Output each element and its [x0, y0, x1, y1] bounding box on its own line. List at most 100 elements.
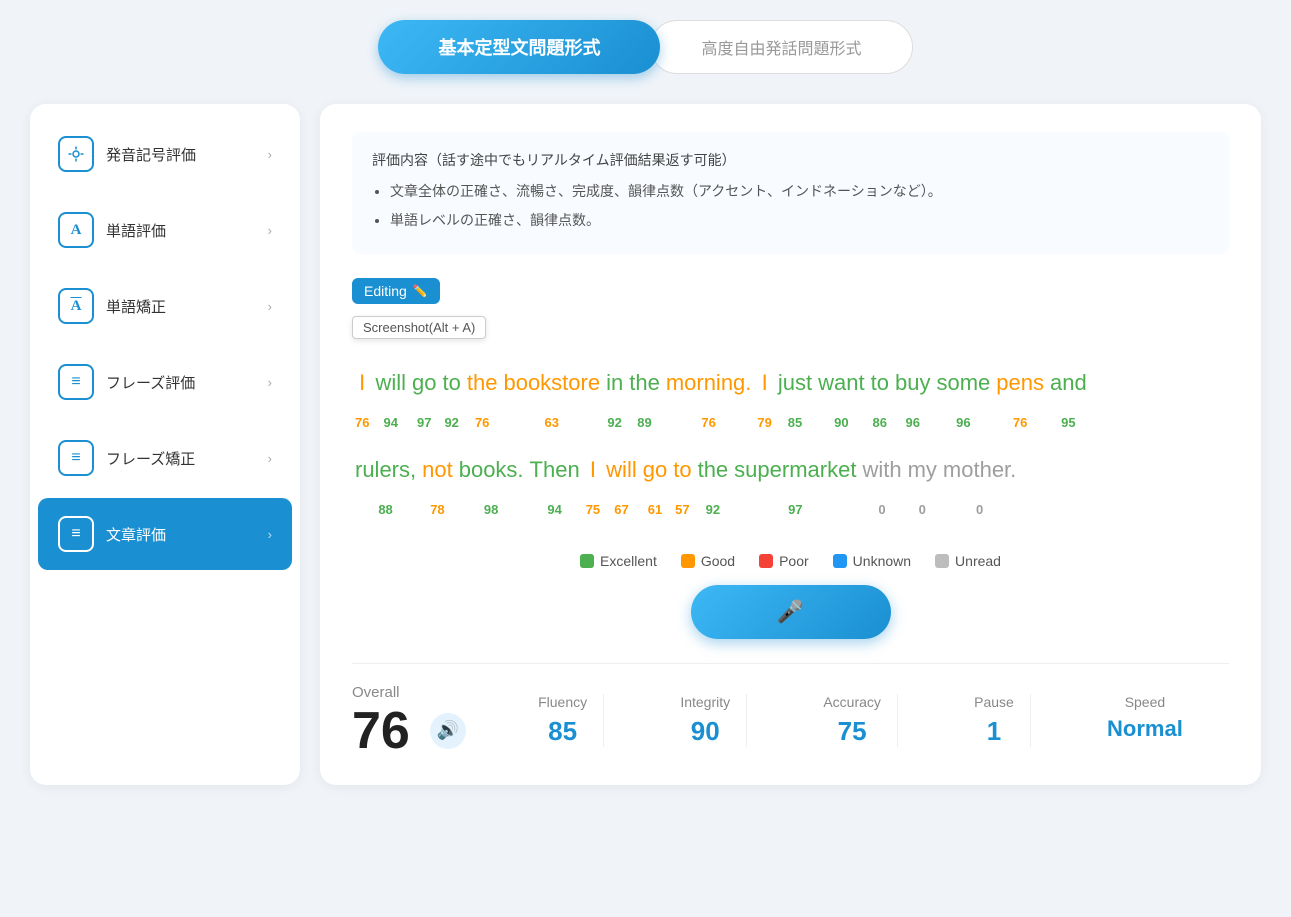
word-text: to — [871, 359, 889, 407]
metric-label-speed: Speed — [1125, 694, 1165, 710]
word-unit[interactable]: bookstore63 — [503, 359, 600, 438]
sentence-line-2: rulers,88not78books.98Then94 I75 will67go6… — [352, 446, 1229, 533]
legend-dot-unread — [935, 554, 949, 568]
word-unit[interactable]: I75 — [586, 446, 600, 525]
editing-badge[interactable]: Editing ✏️ — [352, 278, 440, 304]
sound-button[interactable]: 🔊 — [430, 713, 466, 749]
chevron-icon-sentence-eval: › — [268, 527, 272, 542]
word-unit[interactable]: books.98 — [459, 446, 524, 525]
word-unit[interactable]: want90 — [818, 359, 864, 438]
word-unit[interactable]: my0 — [908, 446, 937, 525]
sidebar-item-phrase-correction[interactable]: ≡フレーズ矯正› — [38, 422, 292, 494]
word-text: the — [698, 446, 729, 494]
word-text: morning. — [666, 359, 752, 407]
word-score: 67 — [614, 496, 628, 525]
word-unit[interactable]: morning.76 — [666, 359, 752, 438]
word-unit[interactable]: will94 — [375, 359, 406, 438]
word-unit[interactable]: the76 — [467, 359, 498, 438]
word-unit[interactable]: go61 — [643, 446, 667, 525]
word-text: buy — [895, 359, 930, 407]
legend-label-unknown: Unknown — [853, 553, 911, 569]
word-text: books. — [459, 446, 524, 494]
word-score: 76 — [1013, 409, 1027, 438]
word-unit[interactable]: not78 — [422, 446, 453, 525]
description-title: 評価内容（話す途中でもリアルタイム評価結果返す可能） — [372, 148, 1209, 173]
metric-label-fluency: Fluency — [538, 694, 587, 710]
sidebar-item-phrase-eval[interactable]: ≡フレーズ評価› — [38, 346, 292, 418]
word-unit[interactable]: with0 — [862, 446, 901, 525]
word-unit[interactable]: supermarket97 — [734, 446, 856, 525]
screenshot-tooltip: Screenshot(Alt + A) — [352, 316, 486, 339]
legend-good: Good — [681, 553, 735, 569]
mic-icon: 🎤 — [777, 599, 804, 625]
word-score: 79 — [757, 409, 771, 438]
word-unit[interactable]: the92 — [698, 446, 729, 525]
score-overall: Overall 76 🔊 — [352, 684, 472, 757]
word-score: 76 — [355, 409, 369, 438]
word-score: 63 — [545, 409, 559, 438]
tab-advanced[interactable]: 高度自由発話問題形式 — [650, 20, 912, 74]
word-unit[interactable]: pens76 — [996, 359, 1044, 438]
sidebar-item-word-correction[interactable]: A単語矯正› — [38, 270, 292, 342]
word-unit[interactable]: Then94 — [530, 446, 580, 525]
word-score: 96 — [956, 409, 970, 438]
word-text: will — [375, 359, 406, 407]
word-unit[interactable]: and95 — [1050, 359, 1087, 438]
word-correction-icon: A — [58, 288, 94, 324]
word-unit[interactable]: mother.0 — [943, 446, 1016, 525]
word-score: 86 — [873, 409, 887, 438]
description-item: 単語レベルの正確さ、韻律点数。 — [390, 208, 1209, 233]
sidebar-label-phrase-eval: フレーズ評価 — [106, 372, 268, 393]
sentence-line-1: I76will94go97to92the76bookstore63in92the… — [352, 359, 1229, 446]
sidebar-item-word-eval[interactable]: A単語評価› — [38, 194, 292, 266]
word-unit[interactable]: buy96 — [895, 359, 930, 438]
word-score: 92 — [706, 496, 720, 525]
legend-unread: Unread — [935, 553, 1001, 569]
word-score: 0 — [878, 496, 885, 525]
word-text: bookstore — [503, 359, 600, 407]
word-unit[interactable]: will67 — [606, 446, 637, 525]
word-unit[interactable]: in92 — [606, 359, 623, 438]
word-score: 76 — [701, 409, 715, 438]
chevron-icon-pronunciation: › — [268, 147, 272, 162]
word-eval-icon: A — [58, 212, 94, 248]
word-score: 95 — [1061, 409, 1075, 438]
word-text: and — [1050, 359, 1087, 407]
word-text: some — [936, 359, 990, 407]
word-unit[interactable]: I79 — [757, 359, 771, 438]
main-layout: 発音記号評価›A単語評価›A単語矯正› ≡ フレーズ評価 › ≡フレーズ矯正›≡文章評価… — [30, 104, 1261, 785]
word-unit[interactable]: go97 — [412, 359, 436, 438]
word-text: the — [629, 359, 660, 407]
description-box: 評価内容（話す途中でもリアルタイム評価結果返す可能） 文章全体の正確さ、流暢さ、… — [352, 132, 1229, 254]
chevron-icon-word-correction: › — [268, 299, 272, 314]
mic-button[interactable]: 🎤 — [691, 585, 891, 639]
word-unit[interactable]: I76 — [355, 359, 369, 438]
word-text: just — [778, 359, 812, 407]
word-score: 96 — [905, 409, 919, 438]
phrase-eval-icon: ≡ — [58, 364, 94, 400]
editing-label: Editing — [364, 283, 407, 299]
sidebar-item-pronunciation[interactable]: 発音記号評価› — [38, 118, 292, 190]
word-score: 0 — [976, 496, 983, 525]
metric-accuracy: Accuracy75 — [807, 694, 898, 747]
metric-speed: SpeedNormal — [1091, 694, 1199, 747]
word-unit[interactable]: to86 — [871, 359, 889, 438]
word-unit[interactable]: rulers,88 — [355, 446, 416, 525]
sidebar-item-sentence-eval[interactable]: ≡文章評価› — [38, 498, 292, 570]
word-score: 75 — [586, 496, 600, 525]
word-score: 89 — [637, 409, 651, 438]
word-unit[interactable]: to92 — [443, 359, 461, 438]
word-text: Then — [530, 446, 580, 494]
scores-bar: Overall 76 🔊 Fluency85Integrity90Accurac… — [352, 663, 1229, 757]
word-unit[interactable]: some96 — [936, 359, 990, 438]
word-unit[interactable]: to57 — [673, 446, 691, 525]
legend-label-unread: Unread — [955, 553, 1001, 569]
tab-basic[interactable]: 基本定型文問題形式 — [378, 20, 660, 74]
word-score: 97 — [417, 409, 431, 438]
word-text: with — [862, 446, 901, 494]
word-unit[interactable]: the89 — [629, 359, 660, 438]
content-panel: 評価内容（話す途中でもリアルタイム評価結果返す可能） 文章全体の正確さ、流暢さ、… — [320, 104, 1261, 785]
pronunciation-icon — [58, 136, 94, 172]
metric-integrity: Integrity90 — [664, 694, 747, 747]
word-unit[interactable]: just85 — [778, 359, 812, 438]
